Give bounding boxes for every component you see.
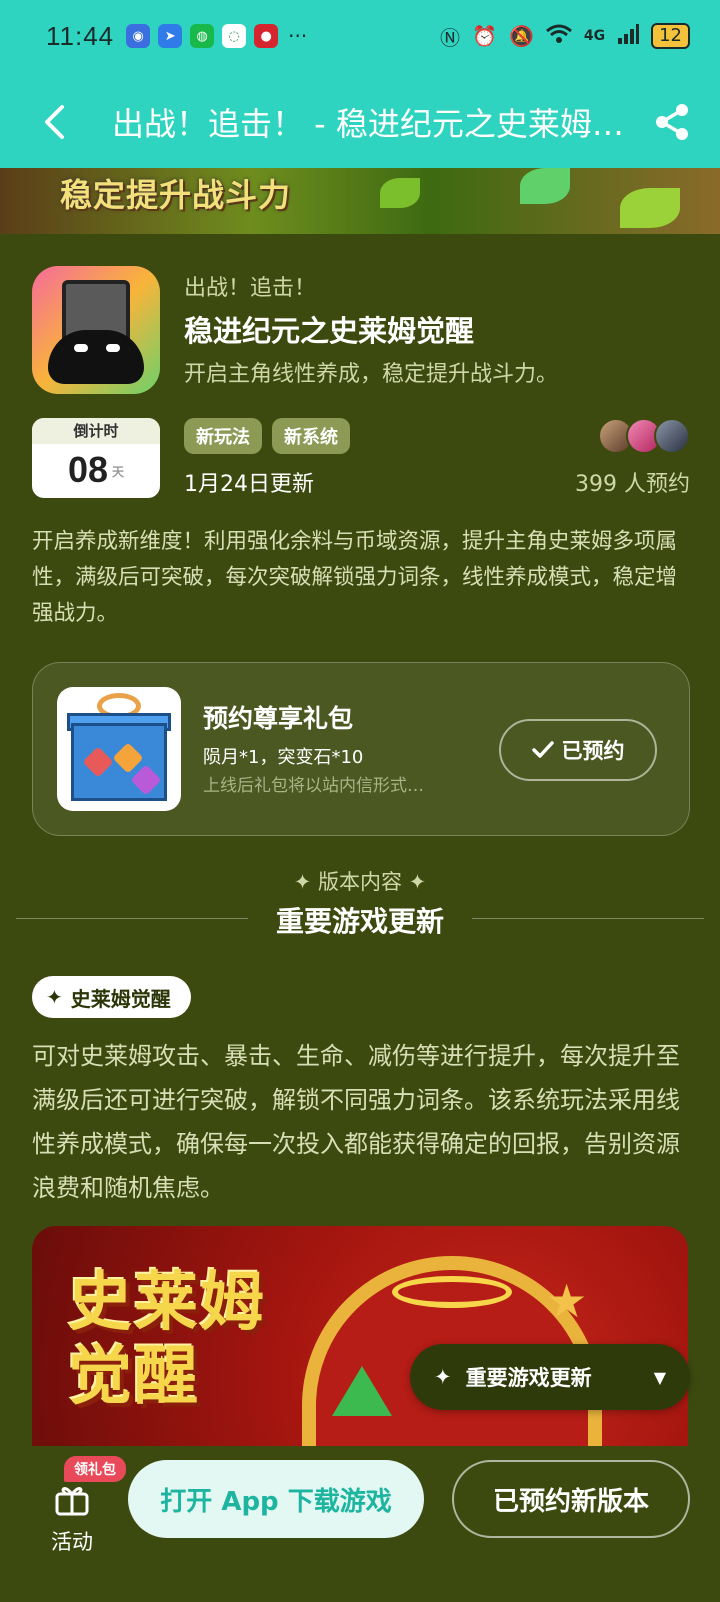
status-bar: 11:44 ◉ ➤ ◍ ◌ ● ··· Ⓝ ⏰ 🔕 4G 12 [0,0,720,72]
wifi-icon [545,24,572,49]
countdown-unit: 天 [112,465,125,480]
reserver-avatars [598,418,690,454]
gift-items: 陨月*1，突变石*10 [203,747,364,768]
update-date: 1月24日更新 [184,472,314,497]
gift-box-icon [57,687,181,811]
halo-graphic [392,1276,512,1308]
promo-text: 史莱姆 觉醒 [68,1266,266,1414]
bottom-action-bar: 活动 领礼包 打开 App 下载游戏 已预约新版本 [0,1446,720,1602]
page-title: 出战！追击！ - 稳进纪元之史莱姆觉醒 [112,105,632,143]
leaf-decoration [380,178,420,208]
reserved-button-label: 已预约 [561,739,625,763]
sparkle-icon: ✦ [46,985,63,1009]
open-app-download-button[interactable]: 打开 App 下载游戏 [128,1460,424,1538]
feature-pill: ✦ 史莱姆觉醒 [32,976,191,1018]
network-type: 4G [583,28,606,44]
countdown-label: 倒计时 [32,418,160,444]
wechat-icon: ◍ [190,24,215,48]
leaf-decoration [520,168,570,204]
slime-eye [106,344,120,352]
app-description: 开启主角线性养成，稳定提升战斗力。 [184,362,559,387]
alarm-icon: ⏰ [472,24,497,48]
tag-new-gameplay: 新玩法 [184,418,262,454]
back-arrow-icon[interactable] [34,102,74,142]
promo-text-line: 觉醒 [68,1340,200,1414]
sparkle-icon: ✦ [434,1365,452,1389]
star-graphic: ★ [546,1274,588,1328]
reserved-button[interactable]: 已预约 [499,719,657,781]
banner-text: 稳定提升战斗力 [60,176,292,214]
nfc-icon: Ⓝ [440,25,461,50]
slime-graphic [48,330,144,384]
more-notifications-icon: ··· [288,24,308,48]
reserved-new-version-button[interactable]: 已预约新版本 [452,1460,690,1538]
reserve-gift-card: 预约尊享礼包 陨月*1，突变石*10 上线后礼包将以站内信形式… 已预约 [32,662,690,836]
signal-icon [617,23,640,49]
app-title: 稳进纪元之史莱姆觉醒 [184,314,475,348]
avatar [654,418,690,454]
status-app-icons: ◉ ➤ ◍ ◌ ● [126,24,279,48]
leaf-decoration [620,188,680,228]
up-arrow-graphic [332,1366,392,1416]
top-bar: 11:44 ◉ ➤ ◍ ◌ ● ··· Ⓝ ⏰ 🔕 4G 12 出战！追击！ -… [0,0,720,168]
app-subtitle: 出战！追击！ [184,276,317,301]
gift-note: 上线后礼包将以站内信形式… [203,776,424,796]
section-jump-label: 重要游戏更新 [465,1366,592,1390]
section-title: 重要游戏更新 [275,905,444,938]
reserve-count: 399 人预约 [575,472,690,497]
gift-icon [55,1487,89,1516]
feature-pill-label: 史莱姆觉醒 [70,986,171,1011]
status-time: 11:44 [46,20,115,51]
app-notification-icon: ➤ [158,24,183,48]
countdown-value: 08 天 [32,444,160,498]
page-header: 出战！追击！ - 稳进纪元之史莱姆觉醒 [0,80,720,164]
activity-label: 活动 [51,1530,93,1554]
feature-description: 可对史莱姆攻击、暴击、生命、减伤等进行提升，每次提升至满级后还可进行突破，解锁不… [32,1042,680,1202]
section-jump-tab[interactable]: ✦ 重要游戏更新 ▼ [410,1344,690,1410]
gift-title: 预约尊享礼包 [203,704,354,733]
promo-text-line: 史莱姆 [68,1266,266,1340]
section-label: ✦ 版本内容 ✦ [293,870,427,894]
status-indicators: Ⓝ ⏰ 🔕 4G 12 [440,22,690,51]
app-notification-icon: ● [254,24,279,48]
game-app-icon [32,266,160,394]
tag-list: 新玩法 新系统 [184,418,350,454]
app-notification-icon: ◌ [222,24,247,48]
countdown-days: 08 [67,449,109,490]
app-notification-icon: ◉ [126,24,151,48]
feature-promo-image: ★ ★ 史莱姆 觉醒 [32,1226,688,1446]
share-icon[interactable] [652,102,692,142]
top-banner-image: 稳定提升战斗力 [0,168,720,234]
slime-eye [74,344,88,352]
activity-button[interactable]: 活动 [44,1482,100,1556]
gift-badge: 领礼包 [64,1456,126,1482]
long-description: 开启养成新维度！利用强化余料与币域资源，提升主角史莱姆多项属性，满级后可突破，每… [32,529,678,626]
countdown-card: 倒计时 08 天 [32,418,160,498]
checkmark-icon [531,741,554,758]
caret-down-icon: ▼ [653,1367,666,1387]
battery-icon: 12 [651,23,690,49]
tag-new-system: 新系统 [272,418,350,454]
mute-icon: 🔕 [508,24,534,48]
